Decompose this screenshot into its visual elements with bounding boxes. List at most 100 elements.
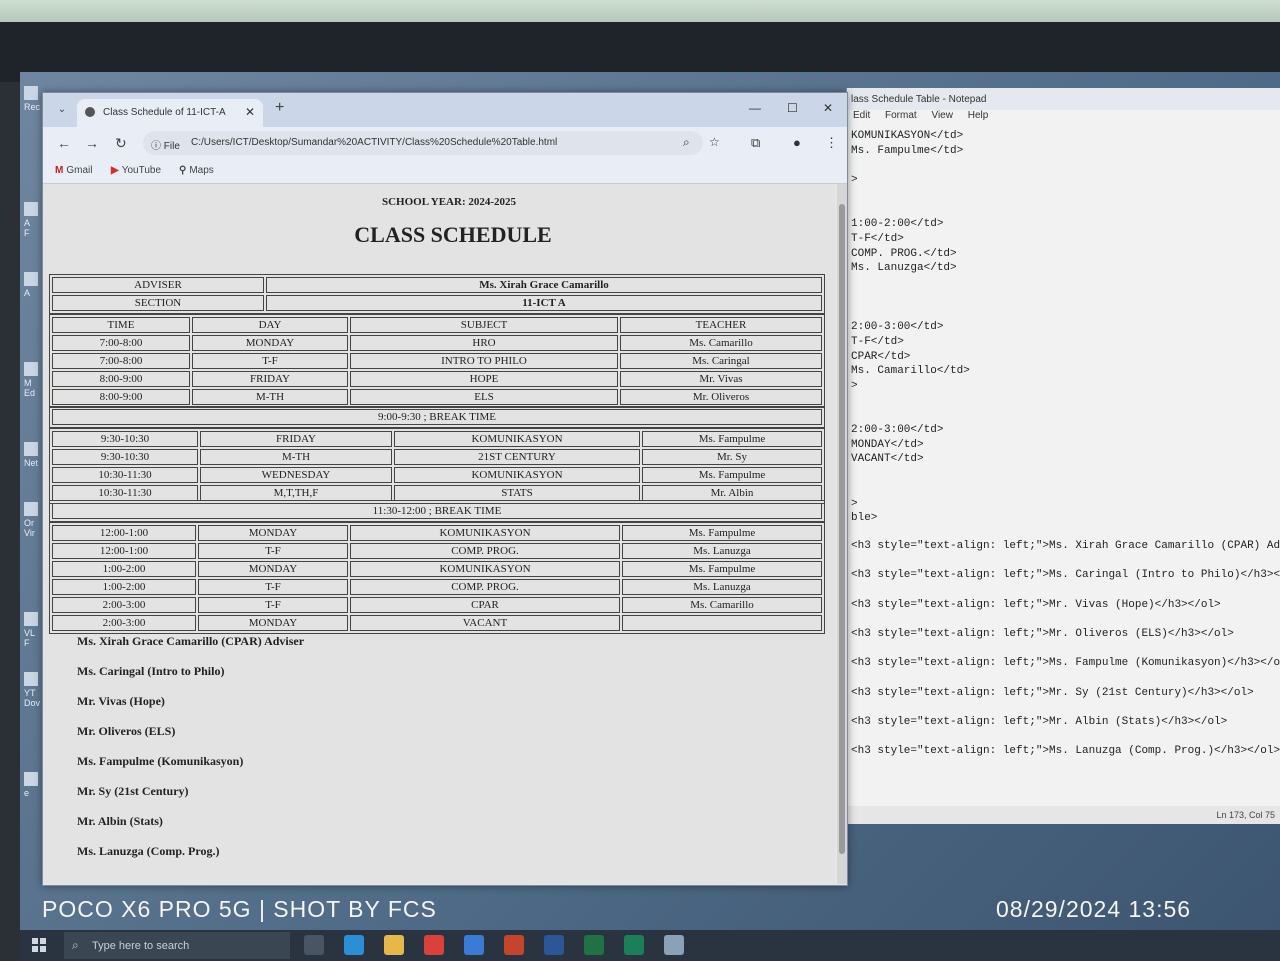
tab-search-button[interactable]: ⌄ bbox=[53, 101, 71, 119]
back-button[interactable]: ← bbox=[57, 135, 71, 151]
schedule-table-midmorning: 9:30-10:30 FRIDAY KOMUNIKASYON Ms. Fampulme… bbox=[49, 428, 825, 504]
reload-button[interactable]: ↻ bbox=[115, 135, 127, 152]
file-explorer-icon[interactable] bbox=[384, 935, 404, 955]
table-row: 10:30-11:30 M,T,TH,F STATS Mr. Albin bbox=[52, 485, 822, 501]
teacher-list-item: Ms. Lanuzga (Comp. Prog.) bbox=[77, 844, 220, 858]
edge-icon[interactable] bbox=[344, 935, 364, 955]
notepad-line: VACANT</td> bbox=[851, 453, 924, 466]
cell-day: MONDAY bbox=[198, 525, 348, 541]
menu-edit[interactable]: Edit bbox=[853, 110, 870, 121]
cell-subject: 21ST CENTURY bbox=[394, 449, 640, 465]
break-time-2: 11:30-12:00 ; BREAK TIME bbox=[52, 503, 822, 519]
table-row: 12:00-1:00 MONDAY KOMUNIKASYON Ms. Fampulme bbox=[52, 525, 822, 541]
bookmark-gmail[interactable]: M Gmail bbox=[55, 165, 92, 176]
task-view-icon[interactable] bbox=[304, 935, 324, 955]
cell-day: M-TH bbox=[200, 449, 392, 465]
close-button[interactable]: ✕ bbox=[823, 101, 833, 115]
scrollbar-thumb[interactable] bbox=[839, 204, 845, 854]
taskbar: ⌕ Type here to search bbox=[20, 930, 1280, 961]
notepad-line: T-F</td> bbox=[851, 335, 904, 348]
bookmarks-bar: M Gmail ▶ YouTube ⚲ Maps bbox=[43, 159, 847, 184]
bookmark-maps[interactable]: ⚲ Maps bbox=[179, 165, 214, 176]
cell-time: 1:00-2:00 bbox=[52, 561, 196, 577]
word-icon[interactable] bbox=[544, 935, 564, 955]
notepad-status-bar: Ln 173, Col 75 bbox=[847, 806, 1280, 824]
notepad-h3-line: <h3 style="text-align: left;">Ms. Caring… bbox=[851, 569, 1280, 582]
notepad-line: > bbox=[851, 379, 858, 392]
profile-avatar[interactable]: ● bbox=[793, 135, 801, 150]
shortcut-label: M Ed bbox=[24, 378, 36, 398]
cell-day: FRIDAY bbox=[192, 371, 348, 387]
notepad-line: 1:00-2:00</td> bbox=[851, 218, 944, 231]
site-info-button[interactable]: ⓘ File bbox=[151, 137, 180, 152]
windows-start-icon[interactable] bbox=[32, 938, 46, 952]
notepad-h3-line: <h3 style="text-align: left;">Mr. Sy (21… bbox=[851, 686, 1254, 699]
taskbar-search[interactable]: ⌕ Type here to search bbox=[64, 932, 290, 959]
publisher-icon[interactable] bbox=[624, 935, 644, 955]
cell-time: 2:00-3:00 bbox=[52, 615, 196, 631]
cell-teacher bbox=[622, 615, 822, 631]
excel-icon[interactable] bbox=[584, 935, 604, 955]
extensions-icon[interactable]: ⧉ bbox=[751, 135, 760, 151]
powerpoint-icon[interactable] bbox=[504, 935, 524, 955]
forward-button[interactable]: → bbox=[85, 135, 99, 151]
menu-format[interactable]: Format bbox=[885, 110, 917, 121]
cell-teacher: Ms. Fampulme bbox=[622, 561, 822, 577]
shortcut-label: A F bbox=[24, 218, 31, 238]
store-icon[interactable] bbox=[464, 935, 484, 955]
camera-watermark-left: POCO X6 PRO 5G | SHOT BY FCS bbox=[42, 896, 437, 922]
cell-teacher: Mr. Albin bbox=[642, 485, 822, 501]
cell-day: T-F bbox=[198, 579, 348, 595]
header-teacher: TEACHER bbox=[620, 317, 822, 333]
notepad-line: CPAR</td> bbox=[851, 350, 911, 363]
gmail-icon: M bbox=[55, 165, 64, 176]
page-content: SCHOOL YEAR: 2024-2025 CLASS SCHEDULE AD… bbox=[43, 184, 835, 884]
cell-teacher: Ms. Fampulme bbox=[642, 467, 822, 483]
bookmark-youtube[interactable]: ▶ YouTube bbox=[111, 165, 161, 176]
menu-view[interactable]: View bbox=[931, 110, 953, 121]
cell-day: T-F bbox=[198, 543, 348, 559]
teacher-list: Ms. Xirah Grace Camarillo (CPAR) Adviser… bbox=[77, 634, 304, 874]
address-bar[interactable]: ⓘ File C:/Users/ICT/Desktop/Sumandar%20A… bbox=[143, 131, 720, 155]
tab-class-schedule[interactable]: Class Schedule of 11-ICT-A ✕ bbox=[77, 99, 263, 127]
tab-title: Class Schedule of 11-ICT-A bbox=[103, 107, 226, 118]
cell-teacher: Mr. Sy bbox=[642, 449, 822, 465]
table-row: ADVISER Ms. Xirah Grace Camarillo bbox=[52, 277, 822, 293]
bookmark-label: Maps bbox=[189, 165, 214, 176]
shortcut-label: Or Vir bbox=[24, 518, 35, 538]
search-icon: ⌕ bbox=[72, 938, 79, 952]
notepad-line: MONDAY</td> bbox=[851, 438, 924, 451]
cell-subject: HOPE bbox=[350, 371, 618, 387]
notepad-icon[interactable] bbox=[664, 935, 684, 955]
tab-close-icon[interactable]: ✕ bbox=[245, 105, 255, 119]
cell-time: 1:00-2:00 bbox=[52, 579, 196, 595]
shortcut-label: A bbox=[24, 288, 31, 298]
table-row: 9:30-10:30 FRIDAY KOMUNIKASYON Ms. Fampulme bbox=[52, 431, 822, 447]
cell-time: 12:00-1:00 bbox=[52, 525, 196, 541]
table-row: 7:00-8:00 MONDAY HRO Ms. Camarillo bbox=[52, 335, 822, 351]
break-time-1: 9:00-9:30 ; BREAK TIME bbox=[52, 409, 822, 425]
notepad-h3-line: <h3 style="text-align: left;">Ms. Xirah … bbox=[851, 540, 1280, 552]
menu-help[interactable]: Help bbox=[968, 110, 989, 121]
notepad-title: lass Schedule Table - Notepad bbox=[847, 88, 1280, 110]
shortcut-icon bbox=[24, 362, 38, 376]
section-value: 11-ICT A bbox=[266, 295, 822, 311]
table-row: 2:00-3:00 MONDAY VACANT bbox=[52, 615, 822, 631]
menu-kebab-icon[interactable]: ⋮ bbox=[825, 135, 838, 151]
chrome-icon[interactable] bbox=[424, 935, 444, 955]
break-row-2: 11:30-12:00 ; BREAK TIME bbox=[49, 500, 825, 522]
info-table: ADVISER Ms. Xirah Grace Camarillo SECTIO… bbox=[49, 274, 825, 314]
minimize-button[interactable]: — bbox=[749, 101, 761, 115]
cell-day: MONDAY bbox=[198, 561, 348, 577]
cell-time: 8:00-9:00 bbox=[52, 389, 190, 405]
shortcut-icon bbox=[24, 442, 38, 456]
bookmark-star-icon[interactable]: ☆ bbox=[709, 135, 720, 149]
zoom-icon[interactable]: ⌕ bbox=[683, 135, 690, 150]
header-time: TIME bbox=[52, 317, 190, 333]
scrollbar[interactable] bbox=[837, 184, 847, 884]
new-tab-button[interactable]: + bbox=[275, 99, 284, 117]
table-row: 2:00-3:00 T-F CPAR Ms. Camarillo bbox=[52, 597, 822, 613]
notepad-window: lass Schedule Table - Notepad Edit Forma… bbox=[846, 88, 1280, 824]
table-row: 1:00-2:00 T-F COMP. PROG. Ms. Lanuzga bbox=[52, 579, 822, 595]
maximize-button[interactable]: ☐ bbox=[787, 101, 798, 115]
